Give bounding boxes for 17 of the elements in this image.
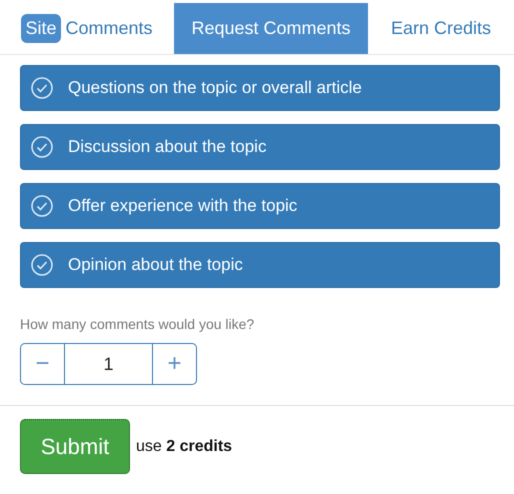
option-item[interactable]: Offer experience with the topic xyxy=(20,183,500,229)
option-item[interactable]: Questions on the topic or overall article xyxy=(20,65,500,111)
tab[interactable]: Request Comments xyxy=(174,3,368,54)
check-circle-icon xyxy=(31,77,53,99)
check-circle-icon xyxy=(31,136,53,158)
minus-button[interactable]: − xyxy=(20,343,65,385)
quantity-label: How many comments would you like? xyxy=(20,315,256,334)
check-circle-icon xyxy=(31,254,53,276)
option-item[interactable]: Discussion about the topic xyxy=(20,124,500,170)
credits-note: use 2 credits xyxy=(136,436,232,456)
tab-label: Comments xyxy=(66,17,153,40)
site-badge: Site xyxy=(21,14,60,43)
quantity-field[interactable]: 1 xyxy=(65,343,152,385)
option-item[interactable]: Opinion about the topic xyxy=(20,242,500,288)
check-circle-icon xyxy=(31,195,53,217)
submit-button[interactable]: Submit xyxy=(20,419,130,474)
plus-button[interactable]: + xyxy=(152,343,197,385)
